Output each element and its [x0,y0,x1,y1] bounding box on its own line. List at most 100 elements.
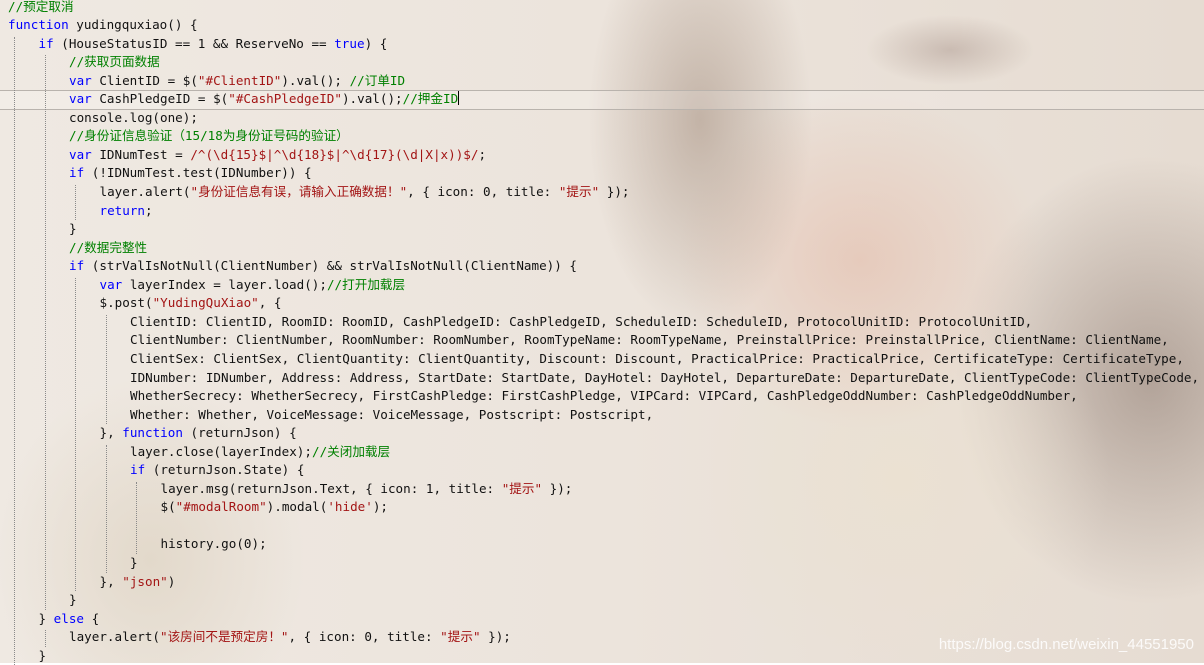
code-token: ).val(); [341,91,403,107]
code-line[interactable]: //获取页面数据 [69,53,160,72]
string-token: "该房间不是预定房！" [160,629,289,645]
code-line[interactable]: layer.close(layerIndex);//关闭加载层 [130,443,390,462]
code-line[interactable]: if (returnJson.State) { [130,461,304,480]
code-line[interactable]: WhetherSecrecy: WhetherSecrecy, FirstCas… [130,387,1078,406]
comment-token: //押金ID [402,91,459,107]
code-line[interactable]: function yudingquxiao() { [8,16,198,35]
code-line[interactable]: Whether: Whether, VoiceMessage: VoiceMes… [130,406,653,425]
comment-token: //获取页面数据 [69,54,160,70]
keyword-token: if [69,165,85,181]
code-line[interactable]: } [39,647,47,665]
code-token: layer.alert( [69,629,160,645]
indent-guide [136,481,137,554]
code-line[interactable]: layer.msg(returnJson.Text, { icon: 1, ti… [161,480,573,499]
keyword-token: if [130,462,146,478]
keyword-token: function [8,17,69,33]
string-token: /^(\d{15}$|^\d{18}$|^\d{17}(\d|X|x))$/ [190,146,479,162]
keyword-token: function [122,425,183,441]
code-line[interactable]: ClientID: ClientID, RoomID: RoomID, Cash… [130,313,1032,332]
string-token: "提示" [440,629,481,645]
code-token: layer.close(layerIndex); [130,443,312,459]
code-token: , { icon: 0, title: [288,629,441,645]
code-line[interactable]: var CashPledgeID = $("#CashPledgeID").va… [69,90,460,109]
code-token: }); [480,629,511,645]
code-token: ); [372,499,389,515]
code-token: ) [167,573,176,589]
code-token: }, [99,573,123,589]
code-token: }, [99,425,123,441]
code-editor[interactable]: //预定取消 function yudingquxiao() {if (House… [0,0,1204,665]
code-token: yudingquxiao() { [68,17,198,33]
code-line[interactable]: if (strValIsNotNull(ClientNumber) && str… [69,257,577,276]
indent-guide [44,55,46,610]
string-token: "#modalRoom" [175,499,267,515]
code-token: WhetherSecrecy: WhetherSecrecy, FirstCas… [130,388,1078,404]
code-token: , { icon: 0, title: [407,184,559,199]
code-line[interactable]: } [69,591,77,610]
keyword-token: var [69,91,92,107]
code-line[interactable]: layer.alert("身份证信息有误，请输入正确数据！", { icon: … [100,183,630,202]
code-token: (strValIsNotNull(ClientNumber) && strVal… [84,258,578,274]
string-token: "提示" [501,480,543,496]
code-token: $.post( [99,295,153,311]
code-token: (returnJson) { [182,425,297,441]
code-line[interactable]: var IDNumTest = /^(\d{15}$|^\d{18}$|^\d{… [69,146,486,165]
keyword-token: true [334,35,365,51]
comment-token: //身份证信息验证（15/18为身份证号码的验证） [69,128,349,144]
code-token: Whether: Whether, VoiceMessage: VoiceMes… [130,406,654,422]
code-line[interactable]: //预定取消 [8,0,74,16]
code-line[interactable]: $.post("YudingQuXiao", { [100,294,282,313]
code-token: layer.msg(returnJson.Text, { icon: 1, ti… [160,480,502,496]
code-line[interactable]: layer.alert("该房间不是预定房！", { icon: 0, titl… [69,628,511,647]
code-line[interactable]: IDNumber: IDNumber, Address: Address, St… [130,369,1199,388]
code-token: IDNumber: IDNumber, Address: Address, St… [130,369,1200,385]
code-token: (HouseStatusID == 1 && ReserveNo == [53,35,335,51]
code-line[interactable]: history.go(0); [161,535,267,554]
code-token: , { [258,295,282,311]
code-token: ClientID = $( [91,72,198,88]
code-line[interactable]: $("#modalRoom").modal('hide'); [161,498,389,517]
code-line[interactable]: } else { [39,610,100,629]
indent-guide [14,36,15,665]
code-token: ClientID: ClientID, RoomID: RoomID, Cash… [130,313,1033,329]
code-line[interactable]: } [69,220,77,239]
string-token: "提示" [558,184,600,199]
code-line[interactable]: //身份证信息验证（15/18为身份证号码的验证） [69,127,349,146]
code-token: ; [145,202,153,218]
comment-token: //订单ID [349,72,406,88]
code-token: } [69,221,77,237]
text-caret [458,91,460,106]
code-line[interactable]: ClientSex: ClientSex, ClientQuantity: Cl… [130,350,1184,369]
keyword-token: else [53,610,85,626]
code-token: ClientSex: ClientSex, ClientQuantity: Cl… [130,350,1184,366]
code-line[interactable]: }, function (returnJson) { [100,424,297,443]
code-token: layerIndex = layer.load(); [122,276,327,292]
code-line[interactable]: console.log(one); [69,109,198,128]
string-token: "#ClientID" [197,72,282,88]
code-token: history.go(0); [160,536,267,552]
code-line[interactable]: var ClientID = $("#ClientID").val(); //订… [69,72,405,91]
code-line[interactable]: } [130,554,138,573]
keyword-token: var [99,276,123,292]
code-line[interactable]: if (!IDNumTest.test(IDNumber)) { [69,164,312,183]
code-line[interactable]: ClientNumber: ClientNumber, RoomNumber: … [130,331,1169,350]
comment-token: //预定取消 [8,0,74,14]
code-token: CashPledgeID = $( [91,91,229,107]
code-token: ).modal( [266,499,328,515]
code-line[interactable]: if (HouseStatusID == 1 && ReserveNo == t… [39,35,388,54]
code-line[interactable]: return; [100,202,153,221]
comment-token: //关闭加载层 [311,443,391,459]
code-token: layer.alert( [99,184,191,199]
string-token: "YudingQuXiao" [152,295,259,311]
code-line[interactable]: }, "json") [100,573,176,592]
code-token: (!IDNumTest.test(IDNumber)) { [84,165,312,181]
watermark-text: https://blog.csdn.net/weixin_44551950 [938,636,1194,653]
code-token: { [84,610,100,626]
code-line[interactable]: //数据完整性 [69,239,147,258]
code-token: ClientNumber: ClientNumber, RoomNumber: … [130,332,1169,348]
comment-token: //打开加载层 [326,276,406,292]
code-line[interactable]: var layerIndex = layer.load();//打开加载层 [100,276,406,295]
indent-guide [75,185,76,221]
code-token: } [130,555,138,570]
keyword-token: if [69,258,85,274]
